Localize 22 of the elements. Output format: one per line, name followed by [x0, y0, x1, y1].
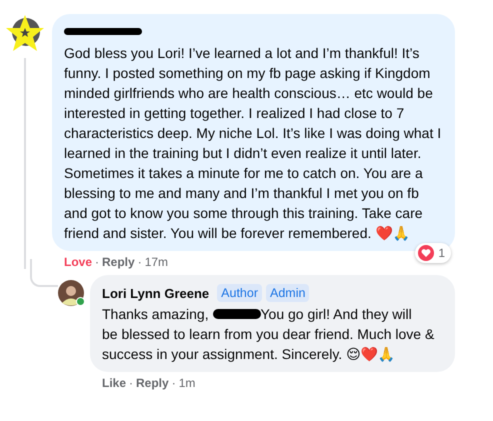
- reply-text: be blessed to learn from you dear friend. Much love & success in your assignment. Sincerely. 😌❤🙏: [102, 325, 436, 364]
- role-badge: Author: [217, 284, 262, 302]
- separator-dot: ·: [172, 376, 176, 390]
- action-link[interactable]: Reply: [136, 376, 169, 390]
- comment-text: God bless you Lori! I’ve learned a lot and I’m thankful! It’s funny. I posted something on my fb page asking if Kingdom minded girlfriends who are health conscious… etc would be interested in getting together. I realized I had close to 7 characteristics deep. My niche Lol. It’s like I was doing what I learned in the training but I didn’t even realize it until later. Sometimes it takes a minute for me to catch on. You are a blessing to me and many and I’m thankful I met you on fb and got to know you some through this training. Take care friend and sister. You will be forever remembered. ❤🙏: [64, 44, 442, 243]
- separator-dot: ·: [138, 255, 142, 269]
- reaction-count: 1: [438, 246, 445, 260]
- action-link[interactable]: Love: [64, 255, 92, 269]
- thread-connector: [30, 259, 58, 287]
- reaction-badge[interactable]: 1: [415, 243, 451, 263]
- separator-dot: ·: [95, 255, 100, 269]
- action-link[interactable]: Reply: [102, 255, 135, 269]
- action-link[interactable]: Like: [102, 376, 126, 390]
- avatar-icon: [58, 280, 84, 306]
- role-badge: Admin: [266, 284, 310, 302]
- reply-text: Thanks amazing,: [102, 305, 210, 324]
- reply-text: You go girl! And they will: [260, 305, 412, 324]
- author-name[interactable]: Lori Lynn Greene: [102, 286, 210, 300]
- separator-dot: ·: [129, 376, 134, 390]
- timestamp: 1m: [178, 376, 196, 390]
- timestamp: 17m: [144, 255, 168, 269]
- star-avatar-icon: [4, 14, 46, 54]
